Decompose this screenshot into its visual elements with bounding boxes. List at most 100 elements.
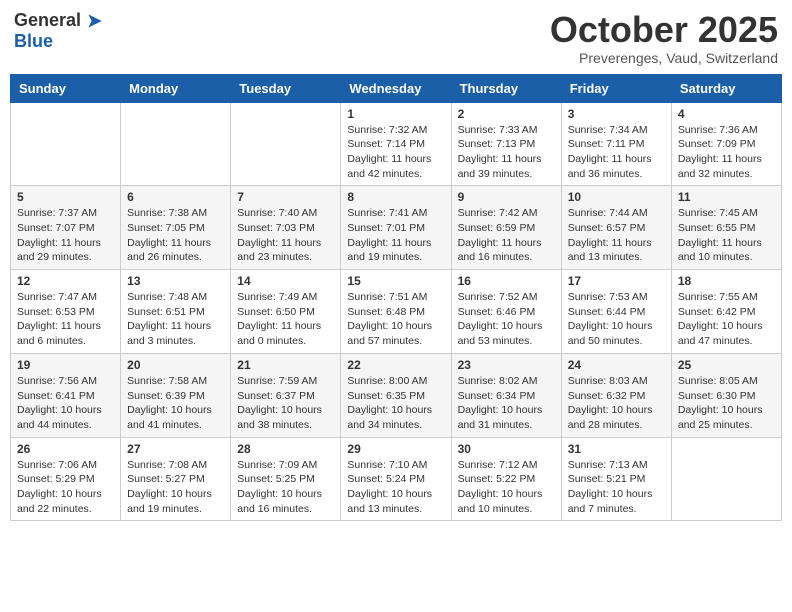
day-number: 6 bbox=[127, 190, 224, 204]
day-info: Sunrise: 8:05 AM Sunset: 6:30 PM Daylight:… bbox=[678, 374, 775, 433]
month-title: October 2025 bbox=[550, 10, 778, 50]
daylight-text: Daylight: 10 hours and 10 minutes. bbox=[458, 488, 543, 515]
daylight-text: Daylight: 10 hours and 25 minutes. bbox=[678, 404, 763, 431]
sunrise-text: Sunrise: 7:41 AM bbox=[347, 207, 427, 219]
sunset-text: Sunset: 7:14 PM bbox=[347, 138, 425, 150]
day-number: 17 bbox=[568, 274, 665, 288]
calendar-cell: 18Sunrise: 7:55 AMSunset: 6:42 PMDayligh… bbox=[671, 270, 781, 354]
sunset-text: Sunset: 6:41 PM bbox=[17, 390, 95, 402]
calendar-cell: 22Sunrise: 8:00 AMSunset: 6:35 PMDayligh… bbox=[341, 353, 451, 437]
calendar-cell: 19Sunrise: 7:56 AMSunset: 6:41 PMDayligh… bbox=[11, 353, 121, 437]
sunrise-text: Sunrise: 7:34 AM bbox=[568, 124, 648, 136]
logo-blue-text: Blue bbox=[14, 31, 53, 52]
page-header: General Blue October 2025 Preverenges, V… bbox=[10, 10, 782, 66]
daylight-text: Daylight: 10 hours and 13 minutes. bbox=[347, 488, 432, 515]
day-number: 1 bbox=[347, 107, 444, 121]
day-info: Sunrise: 7:49 AMSunset: 6:50 PMDaylight:… bbox=[237, 290, 334, 349]
sunrise-text: Sunrise: 7:48 AM bbox=[127, 291, 207, 303]
day-number: 27 bbox=[127, 442, 224, 456]
daylight-text: Daylight: 10 hours and 38 minutes. bbox=[237, 404, 322, 431]
daylight-text: Daylight: 10 hours and 16 minutes. bbox=[237, 488, 322, 515]
day-number: 14 bbox=[237, 274, 334, 288]
calendar-week-row: 12Sunrise: 7:47 AMSunset: 6:53 PMDayligh… bbox=[11, 270, 782, 354]
day-number: 26 bbox=[17, 442, 114, 456]
col-header-wednesday: Wednesday bbox=[341, 74, 451, 102]
day-info: Sunrise: 7:09 AMSunset: 5:25 PMDaylight:… bbox=[237, 458, 334, 517]
day-number: 3 bbox=[568, 107, 665, 121]
day-number: 24 bbox=[568, 358, 665, 372]
calendar-week-row: 26 Sunrise: 7:06 AMSunset: 5:29 PMDayligh… bbox=[11, 437, 782, 521]
sunrise-text: Sunrise: 7:44 AM bbox=[568, 207, 648, 219]
day-number: 30 bbox=[458, 442, 555, 456]
day-info: Sunrise: 7:33 AMSunset: 7:13 PMDaylight:… bbox=[458, 123, 555, 182]
sunset-text: Sunset: 7:11 PM bbox=[568, 138, 645, 150]
calendar-cell: 21Sunrise: 7:59 AMSunset: 6:37 PMDayligh… bbox=[231, 353, 341, 437]
day-info: Sunrise: 7:10 AMSunset: 5:24 PMDaylight:… bbox=[347, 458, 444, 517]
calendar-cell: 30Sunrise: 7:12 AMSunset: 5:22 PMDayligh… bbox=[451, 437, 561, 521]
calendar-cell: 8Sunrise: 7:41 AMSunset: 7:01 PMDaylight… bbox=[341, 186, 451, 270]
sunrise-text: Sunrise: 7:32 AM bbox=[347, 124, 427, 136]
sunset-text: Sunset: 7:09 PM bbox=[678, 138, 756, 150]
daylight-text: Daylight: 10 hours and 53 minutes. bbox=[458, 320, 543, 347]
calendar-cell bbox=[671, 437, 781, 521]
sunset-text: Sunset: 6:34 PM bbox=[458, 390, 536, 402]
daylight-text: Daylight: 11 hours and 26 minutes. bbox=[127, 237, 211, 264]
day-info: Sunrise: 7:40 AMSunset: 7:03 PMDaylight:… bbox=[237, 206, 334, 265]
calendar-cell bbox=[121, 102, 231, 186]
daylight-text: Daylight: 11 hours and 36 minutes. bbox=[568, 153, 652, 180]
sunset-text: Sunset: 6:55 PM bbox=[678, 222, 756, 234]
calendar-week-row: 5Sunrise: 7:37 AMSunset: 7:07 PMDaylight… bbox=[11, 186, 782, 270]
sunrise-text: Sunrise: 7:37 AM bbox=[17, 207, 97, 219]
calendar-cell: 10Sunrise: 7:44 AMSunset: 6:57 PMDayligh… bbox=[561, 186, 671, 270]
daylight-text: Daylight: 10 hours and 50 minutes. bbox=[568, 320, 653, 347]
day-info: Sunrise: 7:53 AMSunset: 6:44 PMDaylight:… bbox=[568, 290, 665, 349]
day-number: 8 bbox=[347, 190, 444, 204]
sunrise-text: Sunrise: 7:56 AM bbox=[17, 375, 97, 387]
day-info: Sunrise: 7:13 AMSunset: 5:21 PMDaylight:… bbox=[568, 458, 665, 517]
day-info: Sunrise: 7:48 AMSunset: 6:51 PMDaylight:… bbox=[127, 290, 224, 349]
col-header-friday: Friday bbox=[561, 74, 671, 102]
col-header-tuesday: Tuesday bbox=[231, 74, 341, 102]
daylight-text: Daylight: 10 hours and 41 minutes. bbox=[127, 404, 212, 431]
day-number: 10 bbox=[568, 190, 665, 204]
col-header-thursday: Thursday bbox=[451, 74, 561, 102]
sunset-text: Sunset: 6:30 PM bbox=[678, 390, 756, 402]
day-number: 16 bbox=[458, 274, 555, 288]
day-info: Sunrise: 7:52 AM Sunset: 6:46 PM Daylight:… bbox=[458, 290, 555, 349]
sunrise-text: Sunrise: 7:38 AM bbox=[127, 207, 207, 219]
day-info: Sunrise: 7:34 AM Sunset: 7:11 PM Daylight:… bbox=[568, 123, 665, 182]
calendar-cell: 1Sunrise: 7:32 AMSunset: 7:14 PMDaylight… bbox=[341, 102, 451, 186]
calendar-cell: 4Sunrise: 7:36 AMSunset: 7:09 PMDaylight… bbox=[671, 102, 781, 186]
sunset-text: Sunset: 6:46 PM bbox=[458, 306, 536, 318]
calendar-week-row: 1 Sunrise: 7:32 AM Sunset: 7:14 PM Daylight… bbox=[11, 102, 782, 186]
day-info: Sunrise: 8:00 AMSunset: 6:35 PMDaylight:… bbox=[347, 374, 444, 433]
calendar-cell: 7Sunrise: 7:40 AMSunset: 7:03 PMDaylight… bbox=[231, 186, 341, 270]
sunset-text: Sunset: 6:59 PM bbox=[458, 222, 536, 234]
sunset-text: Sunset: 5:29 PM bbox=[17, 473, 95, 485]
sunset-text: Sunset: 7:07 PM bbox=[17, 222, 95, 234]
day-info: Sunrise: 7:59 AMSunset: 6:37 PMDaylight:… bbox=[237, 374, 334, 433]
daylight-text: Daylight: 10 hours and 22 minutes. bbox=[17, 488, 102, 515]
calendar-cell bbox=[11, 102, 121, 186]
calendar-cell: 5Sunrise: 7:37 AMSunset: 7:07 PMDaylight… bbox=[11, 186, 121, 270]
sunrise-text: Sunrise: 8:05 AM bbox=[678, 375, 758, 387]
sunrise-text: Sunrise: 7:52 AM bbox=[458, 291, 538, 303]
calendar-cell: 17 Sunrise: 7:53 AMSunset: 6:44 PMDayligh… bbox=[561, 270, 671, 354]
sunset-text: Sunset: 6:50 PM bbox=[237, 306, 315, 318]
sunset-text: Sunset: 5:27 PM bbox=[127, 473, 205, 485]
daylight-text: Daylight: 11 hours and 0 minutes. bbox=[237, 320, 321, 347]
daylight-text: Daylight: 10 hours and 34 minutes. bbox=[347, 404, 432, 431]
calendar-cell: 13Sunrise: 7:48 AMSunset: 6:51 PMDayligh… bbox=[121, 270, 231, 354]
sunrise-text: Sunrise: 7:13 AM bbox=[568, 459, 648, 471]
daylight-text: Daylight: 11 hours and 13 minutes. bbox=[568, 237, 652, 264]
day-number: 23 bbox=[458, 358, 555, 372]
logo: General Blue bbox=[14, 10, 105, 52]
day-info: Sunrise: 7:51 AMSunset: 6:48 PMDaylight:… bbox=[347, 290, 444, 349]
day-info: Sunrise: 7:06 AMSunset: 5:29 PMDaylight:… bbox=[17, 458, 114, 517]
col-header-saturday: Saturday bbox=[671, 74, 781, 102]
calendar-cell: 14 Sunrise: 7:49 AMSunset: 6:50 PMDayligh… bbox=[231, 270, 341, 354]
sunrise-text: Sunrise: 8:00 AM bbox=[347, 375, 427, 387]
calendar-cell: 2Sunrise: 7:33 AMSunset: 7:13 PMDaylight… bbox=[451, 102, 561, 186]
col-header-sunday: Sunday bbox=[11, 74, 121, 102]
sunset-text: Sunset: 5:22 PM bbox=[458, 473, 536, 485]
